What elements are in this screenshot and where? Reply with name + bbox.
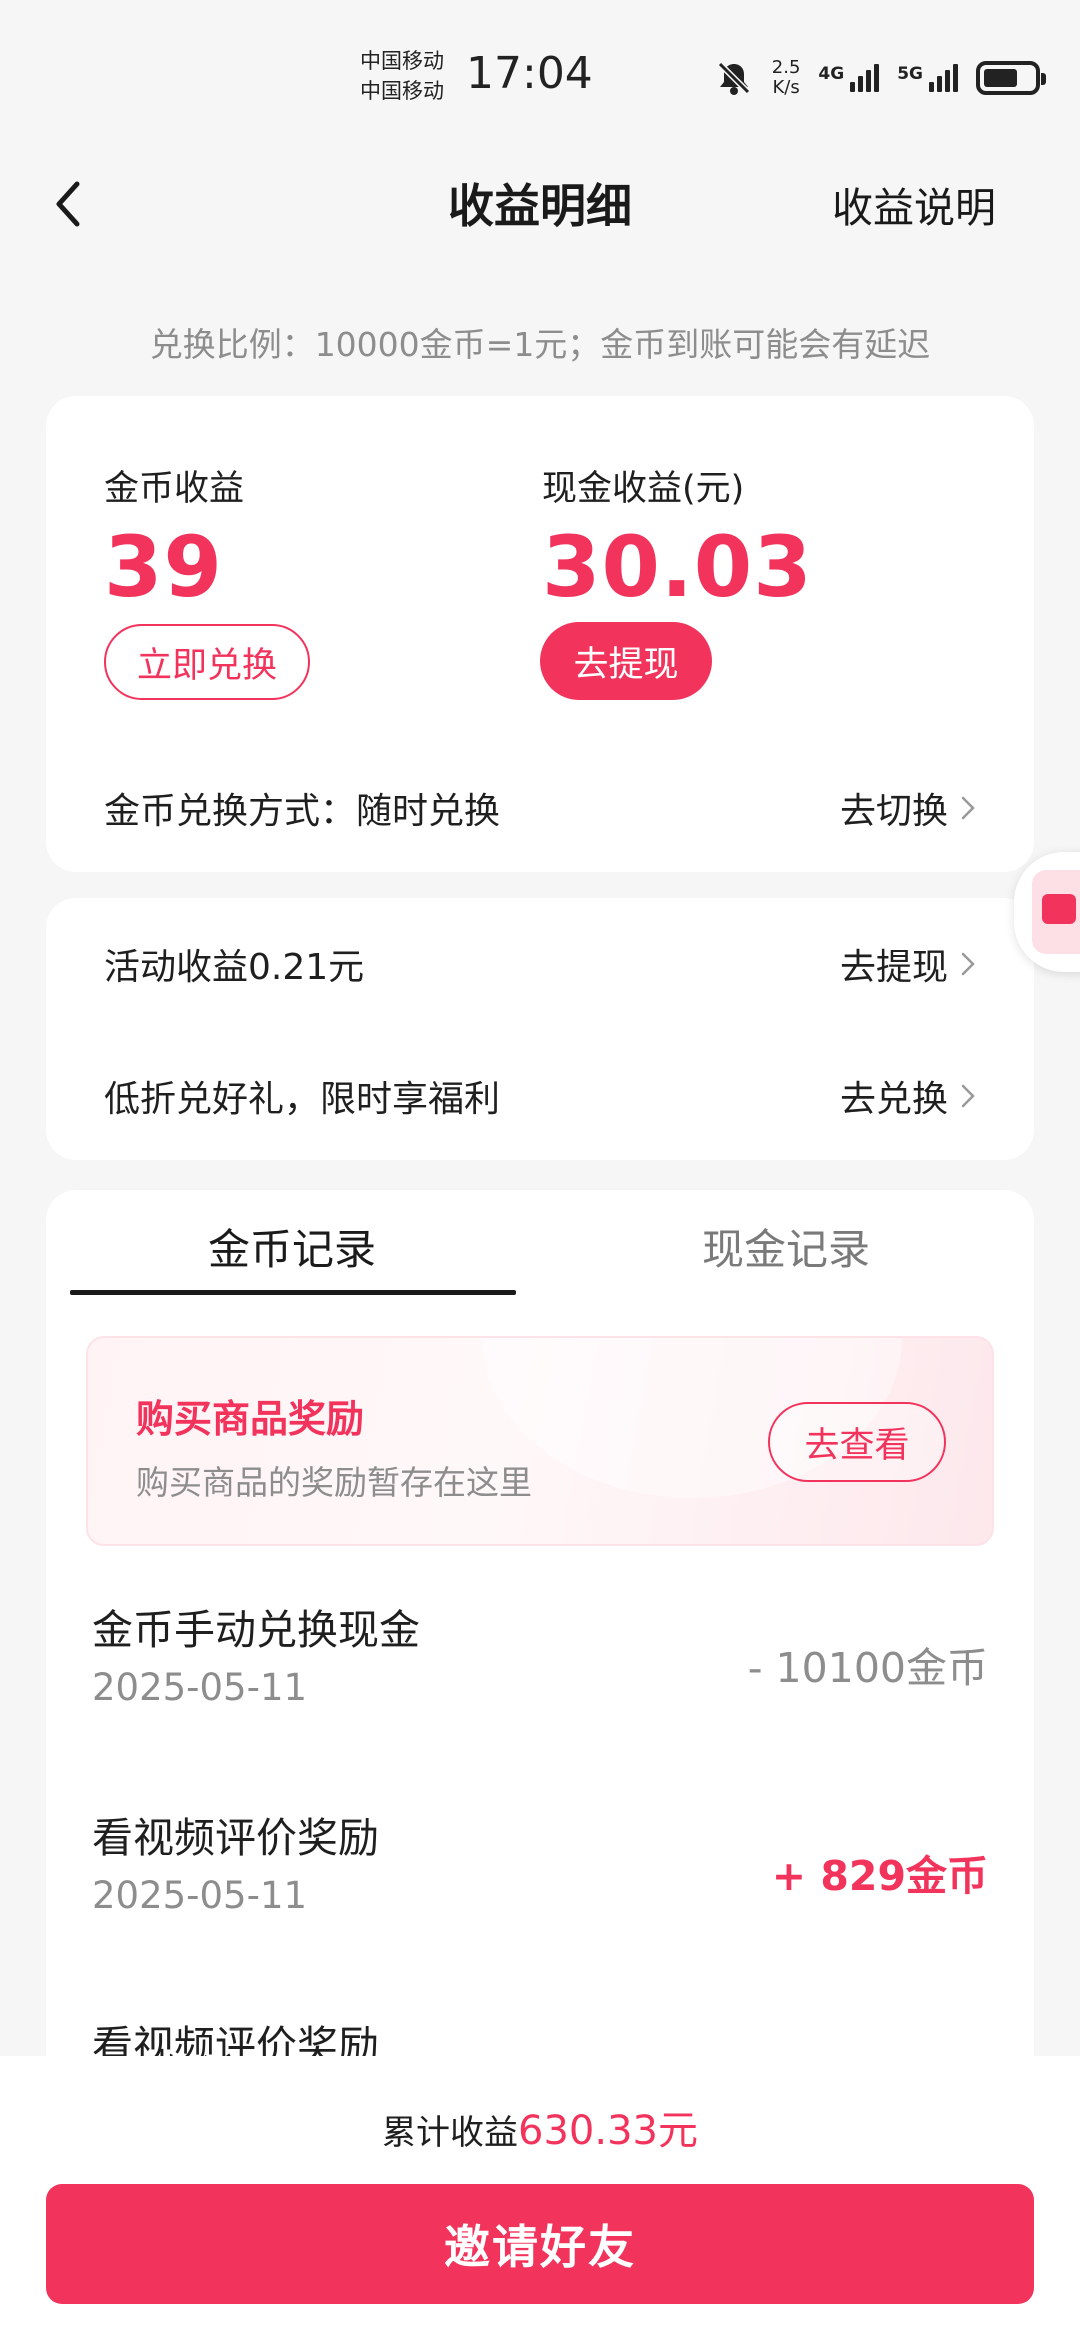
cash-earnings-label: 现金收益(元) — [542, 469, 745, 509]
clock: 17:04 — [466, 48, 593, 99]
promo-subtitle: 购买商品的奖励暂存在这里 — [136, 1463, 532, 1502]
tab-cash-records[interactable]: 现金记录 — [702, 1216, 870, 1277]
speed-value: 2.5 — [771, 57, 801, 78]
signal-5g-icon: 5G — [897, 64, 958, 92]
carrier-1: 中国移动 — [360, 49, 444, 73]
cash-earnings: 现金收益(元) 30.03 — [542, 460, 813, 617]
net-label-2: 5G — [897, 64, 923, 84]
record-name: 金币手动兑换现金 — [92, 1606, 420, 1654]
activity-earnings-row[interactable]: 活动收益0.21元 去提现 — [104, 934, 976, 994]
record-date: 2025-05-11 — [92, 1666, 308, 1709]
bell-muted-icon — [717, 61, 750, 95]
tab-coin-records[interactable]: 金币记录 — [208, 1216, 376, 1277]
coin-earnings: 金币收益 39 — [104, 460, 244, 617]
purchase-reward-banner[interactable]: 购买商品奖励 购买商品的奖励暂存在这里 去查看 — [86, 1336, 994, 1546]
net-label-1: 4G — [818, 64, 845, 84]
activity-card: 活动收益0.21元 去提现 低折兑好礼，限时享福利 去兑换 — [46, 898, 1034, 1160]
activity-earnings-label: 活动收益0.21元 — [104, 947, 365, 988]
cash-earnings-value: 30.03 — [542, 518, 813, 616]
exchange-mode-label: 金币兑换方式：随时兑换 — [104, 791, 501, 832]
discount-gifts-label: 低折兑好礼，限时享福利 — [104, 1079, 501, 1120]
total-earnings: 累计收益630.33元 — [0, 2098, 1080, 2156]
record-item: 看视频评价奖励 2025-05-11 + 829金币 — [92, 1804, 988, 1944]
record-item: 金币手动兑换现金 2025-05-11 - 10100金币 — [92, 1596, 988, 1736]
coin-earnings-label: 金币收益 — [104, 469, 245, 509]
redeem-link[interactable]: 去兑换 — [840, 1070, 948, 1122]
bottom-bar: 累计收益630.33元 邀请好友 — [0, 2056, 1080, 2340]
chevron-right-icon — [961, 796, 975, 820]
signal-4g-icon: 4G — [818, 64, 880, 92]
record-date: 2025-05-11 — [92, 1874, 308, 1917]
record-name: 看视频评价奖励 — [92, 1814, 379, 1862]
carrier-info: 中国移动 中国移动 — [360, 46, 444, 106]
view-rewards-button[interactable]: 去查看 — [768, 1402, 946, 1482]
status-icons: 2.5 K/s 4G 5G — [714, 56, 1046, 100]
network-speed: 2.5 K/s — [772, 58, 801, 98]
records-tabs: 金币记录 现金记录 — [46, 1190, 1034, 1298]
total-earnings-value: 630.33元 — [518, 2108, 698, 2154]
battery-icon — [976, 61, 1046, 95]
status-bar: 中国移动 中国移动 17:04 2.5 K/s 4G 5G — [0, 0, 1080, 150]
coin-earnings-value: 39 — [104, 518, 223, 616]
withdraw-button[interactable]: 去提现 — [540, 622, 712, 700]
gift-icon — [1032, 870, 1080, 954]
promo-title: 购买商品奖励 — [136, 1397, 365, 1441]
nav-bar: 收益明细 收益说明 — [0, 150, 1080, 260]
exchange-ratio-note: 兑换比例：10000金币=1元；金币到账可能会有延迟 — [149, 325, 931, 364]
record-amount: + 829金币 — [771, 1852, 988, 1900]
switch-mode-link[interactable]: 去切换 — [840, 782, 948, 834]
chevron-right-icon — [961, 1084, 975, 1108]
chevron-right-icon — [961, 952, 975, 976]
activity-withdraw-link[interactable]: 去提现 — [840, 938, 948, 990]
speed-unit: K/s — [772, 77, 800, 98]
invite-friends-button[interactable]: 邀请好友 — [46, 2184, 1034, 2304]
total-earnings-label: 累计收益 — [382, 2113, 519, 2153]
exchange-mode-row[interactable]: 金币兑换方式：随时兑换 去切换 — [104, 778, 976, 838]
discount-gifts-row[interactable]: 低折兑好礼，限时享福利 去兑换 — [104, 1066, 976, 1126]
earnings-card: 金币收益 39 现金收益(元) 30.03 立即兑换 去提现 金币兑换方式：随时… — [46, 396, 1034, 872]
record-amount: - 10100金币 — [747, 1644, 988, 1692]
exchange-now-button[interactable]: 立即兑换 — [104, 624, 310, 700]
earnings-info-link[interactable]: 收益说明 — [832, 174, 996, 234]
carrier-2: 中国移动 — [360, 79, 444, 103]
active-tab-indicator — [70, 1290, 516, 1295]
